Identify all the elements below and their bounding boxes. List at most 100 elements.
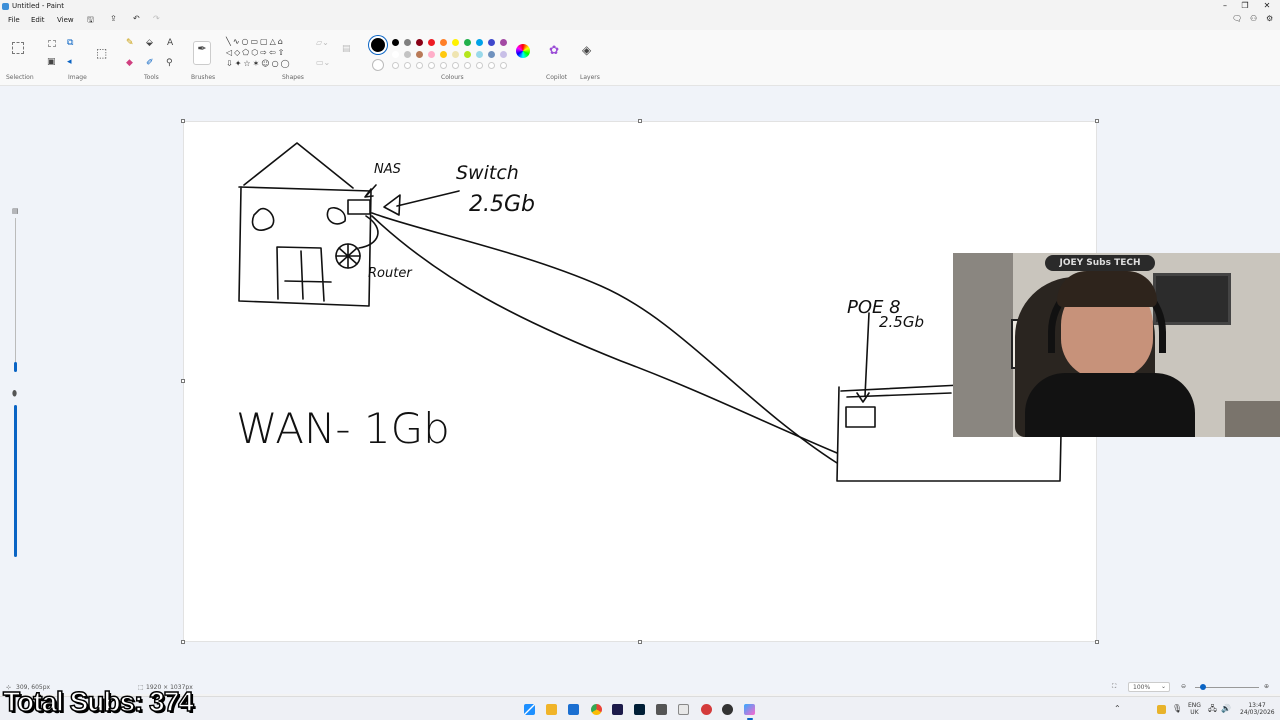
custom-colour-slot[interactable] xyxy=(464,62,471,69)
colour-swatch[interactable] xyxy=(452,39,459,46)
pencil-icon[interactable]: ✎ xyxy=(126,38,134,48)
opacity-slider[interactable] xyxy=(14,405,17,557)
switch-arrow xyxy=(383,190,460,216)
colour-swatch[interactable] xyxy=(488,51,495,58)
colour-swatch[interactable] xyxy=(404,39,411,46)
eraser-icon[interactable]: ◆ xyxy=(126,58,133,68)
outline-icon[interactable]: ▱⌄ xyxy=(316,38,329,47)
colour-swatch[interactable] xyxy=(428,39,435,46)
resize-handle-t[interactable] xyxy=(638,119,642,123)
zoom-in-icon[interactable]: ⊕ xyxy=(1264,683,1269,690)
size-slider-thumb[interactable] xyxy=(14,362,17,372)
undo-icon[interactable]: ↶ xyxy=(133,14,140,23)
custom-colour-slot[interactable] xyxy=(500,62,507,69)
custom-colour-slot[interactable] xyxy=(416,62,423,69)
copilot-icon[interactable]: ✿ xyxy=(549,43,559,57)
settings-icon[interactable]: ⚙ xyxy=(1266,14,1273,23)
zoom-slider-thumb[interactable] xyxy=(1200,684,1206,690)
shape-size-icon[interactable]: ▤ xyxy=(342,44,351,54)
background-removal-icon[interactable]: ⬚ xyxy=(96,46,107,60)
premiere-icon[interactable] xyxy=(612,704,623,715)
selection-tool[interactable] xyxy=(12,42,24,54)
obs-icon[interactable] xyxy=(722,704,733,715)
app-icon-blue[interactable] xyxy=(568,704,579,715)
custom-colour-slot[interactable] xyxy=(428,62,435,69)
volume-icon[interactable]: 🔊 xyxy=(1221,705,1231,713)
custom-colour-slot[interactable] xyxy=(452,62,459,69)
tray-app-icon[interactable] xyxy=(1157,705,1166,714)
layers-icon[interactable]: ◈ xyxy=(582,43,591,57)
fill-icon[interactable]: ⬙ xyxy=(146,38,153,48)
account-icon[interactable]: ⚇ xyxy=(1250,14,1257,23)
custom-colour-slot[interactable] xyxy=(392,62,399,69)
capcut-icon[interactable] xyxy=(656,704,667,715)
custom-colour-slot[interactable] xyxy=(404,62,411,69)
colour-swatch[interactable] xyxy=(476,51,483,58)
resize-handle-tl[interactable] xyxy=(181,119,185,123)
rotate-icon[interactable]: ◂ xyxy=(67,57,72,67)
redo-icon[interactable]: ↷ xyxy=(153,14,160,23)
resize-handle-br[interactable] xyxy=(1095,640,1099,644)
custom-colour-slot[interactable] xyxy=(488,62,495,69)
colour-swatch[interactable] xyxy=(392,51,399,58)
menu-edit[interactable]: Edit xyxy=(31,16,45,24)
colour-swatch[interactable] xyxy=(392,39,399,46)
colour-swatch[interactable] xyxy=(464,51,471,58)
share-icon[interactable]: ⇪ xyxy=(110,14,117,23)
colour-swatch[interactable] xyxy=(476,39,483,46)
magnifier-icon[interactable]: ⚲ xyxy=(166,58,173,68)
colour-swatch[interactable] xyxy=(428,51,435,58)
feedback-icon[interactable]: 🗨 xyxy=(1232,14,1242,23)
colour-picker-icon[interactable]: ✐ xyxy=(146,58,154,68)
fit-to-window-icon[interactable]: ⛶ xyxy=(1112,683,1116,691)
resize-handle-l[interactable] xyxy=(181,379,185,383)
restore-button[interactable]: ❐ xyxy=(1234,0,1256,12)
shapes-gallery[interactable]: ╲∿○▭▢△⌂ ◁◇⬠⬡⇨⇦⇧ ⇩✦☆✶☺○◯ xyxy=(226,36,304,69)
language-indicator[interactable]: ENG UK xyxy=(1188,702,1201,716)
app-icon-red[interactable] xyxy=(701,704,712,715)
app-icon-window[interactable] xyxy=(678,704,689,715)
clock[interactable]: 13:47 24/03/2026 xyxy=(1240,702,1275,716)
zoom-select[interactable]: 100% ⌄ xyxy=(1128,682,1170,692)
primary-colour[interactable] xyxy=(371,38,385,52)
resize-handle-bl[interactable] xyxy=(181,640,185,644)
size-slider-track[interactable] xyxy=(15,218,16,366)
microphone-icon[interactable]: 🎙 xyxy=(1172,705,1182,713)
brushes-button[interactable]: ✒ xyxy=(193,41,211,65)
custom-colour-slot[interactable] xyxy=(476,62,483,69)
fill-style-icon[interactable]: ▭⌄ xyxy=(316,58,330,67)
colour-swatch[interactable] xyxy=(416,39,423,46)
zoom-out-icon[interactable]: ⊖ xyxy=(1181,683,1186,690)
chrome-icon[interactable] xyxy=(591,704,602,715)
colour-swatch[interactable] xyxy=(440,51,447,58)
menu-file[interactable]: File xyxy=(8,16,20,24)
save-icon[interactable]: 🖫 xyxy=(87,14,94,28)
start-windows-icon[interactable] xyxy=(524,704,535,715)
colour-swatch[interactable] xyxy=(488,39,495,46)
colour-swatch[interactable] xyxy=(404,51,411,58)
image-select-icon[interactable]: ▣ xyxy=(47,57,56,67)
colour-swatch[interactable] xyxy=(464,39,471,46)
crop-icon[interactable] xyxy=(48,40,56,47)
colour-swatch[interactable] xyxy=(452,51,459,58)
resize-handle-tr[interactable] xyxy=(1095,119,1099,123)
house-window-left xyxy=(251,207,275,231)
menu-view[interactable]: View xyxy=(57,16,74,24)
tray-chevron-icon[interactable]: ⌃ xyxy=(1114,705,1121,713)
file-explorer-icon[interactable] xyxy=(546,704,557,715)
custom-colour-slot[interactable] xyxy=(440,62,447,69)
edit-colours-icon[interactable] xyxy=(516,44,530,58)
colour-swatch[interactable] xyxy=(500,51,507,58)
resize-icon[interactable]: ⧉ xyxy=(67,38,73,48)
colour-swatch[interactable] xyxy=(500,39,507,46)
minimize-button[interactable]: – xyxy=(1214,0,1236,12)
network-icon[interactable]: 🖧 xyxy=(1208,705,1217,713)
secondary-colour[interactable] xyxy=(372,59,384,71)
text-tool-icon[interactable]: A xyxy=(167,38,173,48)
photoshop-icon[interactable] xyxy=(634,704,645,715)
close-button[interactable]: ✕ xyxy=(1256,0,1278,12)
resize-handle-b[interactable] xyxy=(638,640,642,644)
paint-taskbar-icon[interactable] xyxy=(744,704,755,715)
colour-swatch[interactable] xyxy=(416,51,423,58)
colour-swatch[interactable] xyxy=(440,39,447,46)
